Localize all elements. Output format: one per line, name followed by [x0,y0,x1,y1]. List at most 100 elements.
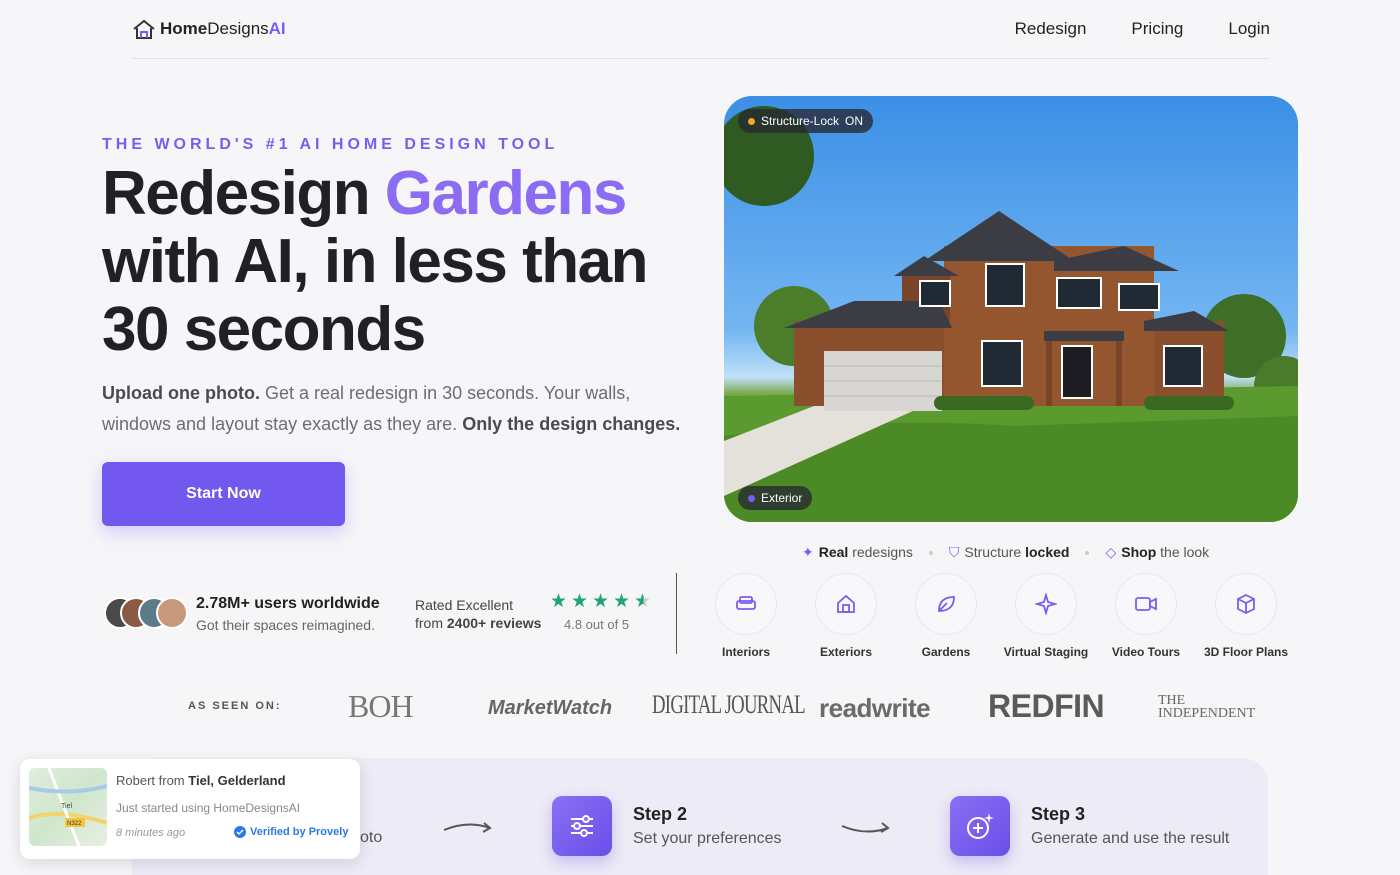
user-avatars [104,597,188,631]
category-exteriors[interactable]: Exteriors [798,573,894,659]
map-town-label: Tiel [61,803,72,810]
arrow-right-icon [443,822,492,833]
hero-subtext: Upload one photo. Get a real redesign in… [102,378,692,440]
category-label: Interiors [721,645,770,659]
generate-icon [950,796,1010,856]
divider [676,573,677,654]
rated-from: from [415,615,447,631]
tag-shop-the-look: ◇ Shop the look [1105,544,1209,561]
tag-bold: locked [1021,544,1070,560]
toast-action: Just started using HomeDesignsAI [116,801,301,815]
house-icon [837,594,855,613]
users-subtitle: Got their spaces reimagined. [196,617,375,633]
logo-ai: AI [268,19,286,38]
tag-bold: Shop [1121,544,1157,560]
video-icon [1135,597,1157,611]
category-circle [815,573,877,635]
logo[interactable]: HomeDesignsAI [132,18,286,40]
star-icon: ★ [550,591,568,612]
category-interiors[interactable]: Interiors [698,573,794,659]
category-circle [1015,573,1077,635]
category-gardens[interactable]: Gardens [898,573,994,659]
separator-dot [928,550,933,555]
exterior-label: Exterior [761,491,803,505]
hero-headline: Redesign Gardens with AI, in less than 3… [102,160,662,364]
social-proof-toast[interactable]: N322 Tiel Robert from Tiel, Gelderland J… [20,759,360,859]
category-label: Gardens [921,645,971,659]
category-circle [715,573,777,635]
structure-lock-badge: Structure-Lock ON [738,109,874,133]
star-icon: ★ [613,591,631,612]
half-star-icon: ★ [634,591,652,612]
rating-score: 4.8 out of 5 [564,617,630,632]
preferences-icon [552,796,612,856]
tag-text: Structure [964,544,1022,560]
press-logo-readwrite: readwrite [819,693,931,723]
tag-text: the look [1156,544,1210,560]
tag-bold: Real [818,544,849,560]
cube-icon [1237,593,1255,615]
rated-title: Rated Excellent [415,597,514,613]
sub-bold-1: Upload one photo. [102,383,260,403]
main-nav: Redesign Pricing Login [1015,19,1270,39]
verified-label: Verified by Provely [250,826,349,838]
as-seen-on-label: AS SEEN ON: [188,700,282,712]
sparkle-icon: ✦ [802,544,814,560]
category-label: 3D Floor Plans [1203,645,1289,659]
star-icon: ★ [571,591,589,612]
tag-text: redesigns [848,544,913,560]
sub-bold-2: Only the design changes. [462,414,681,434]
status-dot-icon [748,494,755,502]
review-count: 2400+ reviews [446,615,542,631]
step-2-desc: Set your preferences [633,830,782,847]
separator-dot [1085,550,1090,555]
site-header: HomeDesignsAI Redesign Pricing Login [132,0,1270,59]
press-logo-redfin: REDFIN [988,688,1105,724]
logo-home: Home [160,19,208,38]
headline-accent: Gardens [384,159,628,228]
tag-structure-locked: ⛉ Structure locked [949,544,1070,561]
avatar [156,597,188,629]
nav-redesign[interactable]: Redesign [1015,19,1087,39]
exterior-badge: Exterior [738,486,813,510]
category-video-tours[interactable]: Video Tours [1098,573,1194,659]
sparkle-icon [1035,593,1057,615]
press-logo-marketwatch: MarketWatch [488,697,613,719]
structure-lock-label: Structure-Lock [761,114,840,128]
toast-place: Tiel, Gelderland [188,773,286,788]
map-road-label: N322 [67,821,82,827]
category-label: Video Tours [1111,645,1181,659]
category-circle [915,573,977,635]
structure-lock-state: ON [845,114,864,128]
star-icon: ★ [592,591,610,612]
nav-pricing[interactable]: Pricing [1131,19,1183,39]
step-3-title: Step 3 [1031,804,1086,824]
users-count: 2.78M+ users worldwide [196,595,380,612]
category-circle [1115,573,1177,635]
verified-by-provely[interactable]: Verified by Provely [234,826,348,838]
sofa-icon [736,596,756,610]
start-now-button[interactable]: Start Now [102,462,345,526]
category-virtual-staging[interactable]: Virtual Staging [998,573,1094,659]
category-circle [1215,573,1277,635]
tag-real-redesigns: ✦ Real redesigns [802,544,913,561]
category-label: Virtual Staging [1003,645,1089,659]
press-logo-digital-journal: DIGITAL JOURNAL [652,690,806,719]
house-logo-icon [133,19,155,39]
headline-rest: with AI, in less than 30 seconds [102,227,648,364]
location-map: N322 Tiel [29,768,107,846]
arrow-right-icon [841,822,890,833]
nav-login[interactable]: Login [1228,19,1270,39]
leaf-icon [938,596,955,612]
logo-designs: Designs [207,19,269,38]
headline-pre: Redesign [102,159,371,228]
category-3d-floor-plans[interactable]: 3D Floor Plans [1198,573,1294,659]
toast-name: Robert from [116,773,189,788]
toast-headline: Robert from Tiel, Gelderland [116,773,286,788]
shield-check-icon: ⛉ [948,544,960,560]
rated-reviews: from 2400+ reviews [415,615,541,631]
feature-tags: ✦ Real redesigns ⛉ Structure locked ◇ Shop … [802,544,1209,561]
step-2-title: Step 2 [633,804,688,824]
toast-time: 8 minutes ago [116,827,186,839]
hero-eyebrow: THE WORLD'S #1 AI HOME DESIGN TOOL [102,136,559,153]
